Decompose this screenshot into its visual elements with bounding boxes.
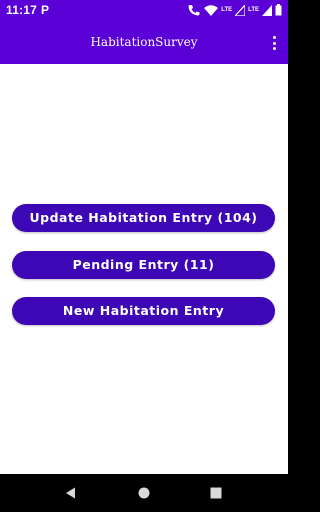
signal-icon	[262, 4, 272, 16]
menu-dot	[272, 41, 276, 45]
call-lte-icon: LTE	[188, 4, 201, 16]
wifi-icon	[204, 4, 219, 16]
app-screen: 11:17 P LTE LTE LTE	[0, 0, 288, 512]
back-icon[interactable]	[61, 483, 81, 503]
app-bar: HabitationSurvey	[0, 20, 288, 64]
lte-signal-icon	[235, 4, 246, 16]
svg-text:LTE: LTE	[195, 5, 202, 10]
lte-label: LTE	[221, 7, 233, 13]
menu-dot	[272, 47, 276, 50]
pending-entry-button[interactable]: Pending Entry (11)	[12, 251, 275, 279]
overflow-menu-icon[interactable]	[270, 35, 278, 51]
new-habitation-entry-button[interactable]: New Habitation Entry	[12, 297, 275, 325]
parking-p-icon: P	[41, 3, 50, 17]
main-content: Update Habitation Entry (104) Pending En…	[0, 64, 288, 474]
status-time: 11:17	[6, 3, 38, 17]
recents-icon[interactable]	[206, 483, 226, 503]
battery-icon	[275, 4, 282, 16]
system-nav-bar	[0, 474, 288, 512]
page-title: HabitationSurvey	[90, 35, 198, 49]
status-bar: 11:17 P LTE LTE LTE	[0, 0, 288, 20]
status-icons: LTE LTE LTE	[188, 3, 282, 17]
menu-dot	[272, 36, 276, 39]
lte-label-2: LTE	[248, 7, 259, 13]
home-icon[interactable]	[134, 483, 154, 503]
update-habitation-entry-button[interactable]: Update Habitation Entry (104)	[12, 204, 275, 232]
